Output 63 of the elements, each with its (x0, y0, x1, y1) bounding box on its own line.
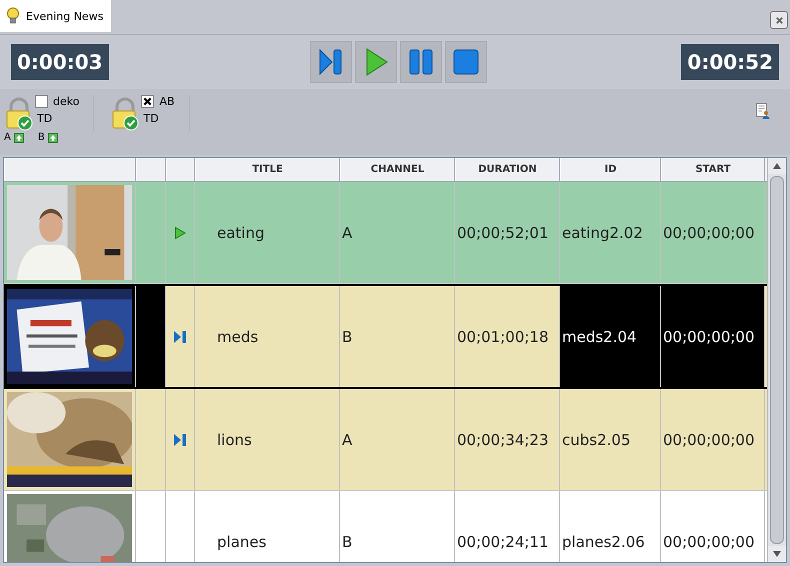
play-button[interactable] (354, 41, 396, 83)
pause-button[interactable] (400, 41, 442, 83)
table-cell: A (340, 389, 455, 490)
document-tab[interactable]: Evening News (0, 0, 112, 32)
scrollbar[interactable] (767, 158, 786, 562)
column-header[interactable] (136, 158, 166, 181)
next-button[interactable] (310, 41, 352, 83)
play-icon (174, 226, 186, 240)
table-cell: A (340, 182, 455, 283)
table-cell: 00;00;00;00 (661, 286, 765, 387)
table-cell: meds (195, 286, 340, 387)
table-row[interactable]: meds B 00;01;00;18 meds2.04 00;00;00;00 (4, 284, 768, 389)
elapsed-timer: 0:00:03 (11, 44, 109, 80)
table-cell: lions (195, 389, 340, 490)
remaining-timer: 0:00:52 (681, 44, 779, 80)
channel-label: B (38, 132, 45, 143)
up-arrow-icon (773, 163, 781, 169)
channel-label: A (4, 132, 11, 143)
table-row[interactable]: lions A 00;00;34;23 cubs2.05 00;00;00;00 (4, 389, 768, 491)
checkbox[interactable] (35, 95, 48, 108)
checkbox-label: AB (159, 95, 175, 108)
next-icon (173, 330, 187, 344)
lightbulb-icon (6, 7, 20, 25)
scroll-up-button[interactable] (768, 158, 786, 174)
table-cell: meds2.04 (560, 286, 661, 387)
lock-label: TD (142, 112, 160, 125)
table-cell: 00;00;52;01 (455, 182, 560, 283)
table-row[interactable]: planes B 00;00;24;11 planes2.06 00;00;00;00 (4, 491, 768, 562)
close-icon (774, 16, 784, 24)
down-arrow-icon (773, 551, 781, 557)
table-cell: 00;00;00;00 (661, 491, 765, 562)
lock-label: TD (36, 112, 54, 125)
column-header[interactable]: ID (560, 158, 661, 181)
checkbox[interactable] (141, 95, 154, 108)
table-cell: B (340, 286, 455, 387)
stop-button[interactable] (444, 41, 486, 83)
scroll-thumb[interactable] (770, 176, 784, 544)
scroll-down-button[interactable] (768, 546, 786, 562)
table-cell: B (340, 491, 455, 562)
table-cell: 00;00;00;00 (661, 389, 765, 490)
user-document-icon[interactable] (756, 103, 770, 119)
table-cell: eating2.02 (560, 182, 661, 283)
checkbox-label: deko (53, 95, 80, 108)
padlock-check-icon (4, 97, 34, 131)
close-button[interactable] (770, 11, 788, 29)
column-header[interactable] (166, 158, 195, 181)
column-header[interactable]: TITLE (195, 158, 340, 181)
table-cell: planes (195, 491, 340, 562)
table-cell: cubs2.05 (560, 389, 661, 490)
padlock-check-icon (110, 97, 140, 131)
upload-icon[interactable] (48, 132, 58, 142)
upload-icon[interactable] (14, 132, 24, 142)
table-row[interactable]: eating A 00;00;52;01 eating2.02 00;00;00;00 (4, 182, 768, 284)
table-cell: 00;00;00;00 (661, 182, 765, 283)
stop-icon (450, 47, 480, 77)
column-header[interactable]: DURATION (455, 158, 560, 181)
column-header[interactable]: CHANNEL (340, 158, 455, 181)
table-cell: 00;00;24;11 (455, 491, 560, 562)
table-cell: planes2.06 (560, 491, 661, 562)
column-header[interactable]: START (661, 158, 765, 181)
next-icon (173, 432, 187, 446)
table-cell: 00;00;34;23 (455, 389, 560, 490)
table-cell: eating (195, 182, 340, 283)
